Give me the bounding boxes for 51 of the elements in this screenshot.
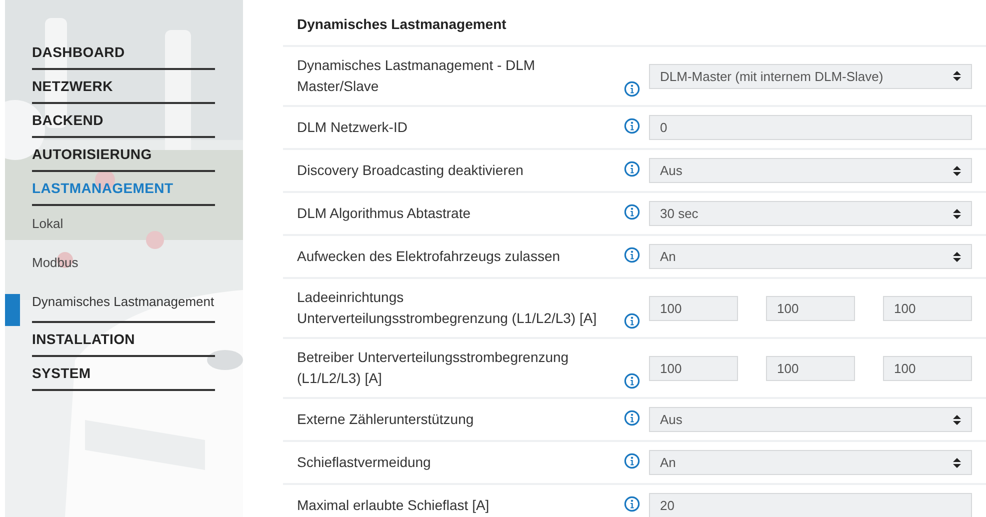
nav-subitem[interactable]: Lokal: [32, 214, 215, 234]
dropdown[interactable]: DLM-Master (mit internem DLM-Slave): [649, 64, 972, 88]
nav-subitem[interactable]: Dynamisches Lastmanagement: [32, 292, 215, 312]
info-icon[interactable]: [624, 496, 640, 512]
nav-section[interactable]: AUTORISIERUNG: [32, 144, 215, 172]
dropdown-arrows-icon: [953, 208, 961, 220]
field-label: Betreiber Unterverteilungsstrombegrenzung (L1/L2/L3) [A]: [297, 348, 570, 388]
dropdown[interactable]: 30 sec: [649, 201, 972, 226]
field-label: Schieflastvermeidung: [297, 453, 432, 472]
dropdown[interactable]: An: [649, 450, 972, 475]
input-field[interactable]: 100: [766, 356, 855, 380]
info-icon[interactable]: [624, 247, 640, 263]
dropdown-arrows-icon: [953, 164, 961, 176]
active-marker: [5, 294, 20, 326]
nav-section[interactable]: BACKEND: [32, 110, 215, 138]
nav-section[interactable]: NETZWERK: [32, 76, 215, 104]
input-field[interactable]: 100: [883, 296, 972, 320]
field-label: Dynamisches Lastmanagement - DLM Master/Slave: [297, 56, 536, 96]
field-label: DLM Netzwerk-ID: [297, 118, 408, 137]
input-field[interactable]: 100: [649, 296, 738, 320]
dropdown-arrows-icon: [953, 456, 961, 468]
field-label: DLM Algorithmus Abtastrate: [297, 204, 472, 223]
input-field[interactable]: 20: [649, 493, 972, 517]
nav-subitem[interactable]: Modbus: [32, 253, 215, 273]
info-icon[interactable]: [624, 161, 640, 177]
nav-section[interactable]: INSTALLATION: [32, 321, 215, 357]
field-label: Aufwecken des Elektrofahrzeugs zulassen: [297, 247, 562, 266]
info-icon[interactable]: [624, 313, 640, 329]
dropdown-arrows-icon: [953, 250, 961, 262]
field-label: Discovery Broadcasting deaktivieren: [297, 161, 524, 180]
info-icon[interactable]: [624, 373, 640, 389]
info-icon[interactable]: [624, 204, 640, 220]
field-label: Maximal erlaubte Schieflast [A]: [297, 496, 490, 515]
nav-section[interactable]: SYSTEM: [32, 363, 215, 391]
info-icon[interactable]: [624, 81, 640, 97]
dropdown-arrows-icon: [953, 70, 961, 82]
dropdown[interactable]: An: [649, 244, 972, 269]
field-label: Ladeeinrichtungs Unterverteilungsstrombegrenzung (L1/L2/L3) [A]: [297, 288, 598, 328]
field-label: Externe Zählerunterstützung: [297, 410, 475, 429]
input-field[interactable]: 0: [649, 115, 972, 140]
input-field[interactable]: 100: [766, 296, 855, 320]
nav-section[interactable]: DASHBOARD: [32, 42, 215, 70]
info-icon[interactable]: [624, 118, 640, 134]
dropdown-arrows-icon: [953, 414, 961, 426]
info-icon[interactable]: [624, 410, 640, 426]
info-icon[interactable]: [624, 453, 640, 469]
dropdown[interactable]: Aus: [649, 407, 972, 432]
section-title: Dynamisches Lastmanagement: [296, 15, 508, 34]
input-field[interactable]: 100: [649, 356, 738, 380]
input-field[interactable]: 100: [883, 356, 972, 380]
dropdown[interactable]: Aus: [649, 158, 972, 183]
